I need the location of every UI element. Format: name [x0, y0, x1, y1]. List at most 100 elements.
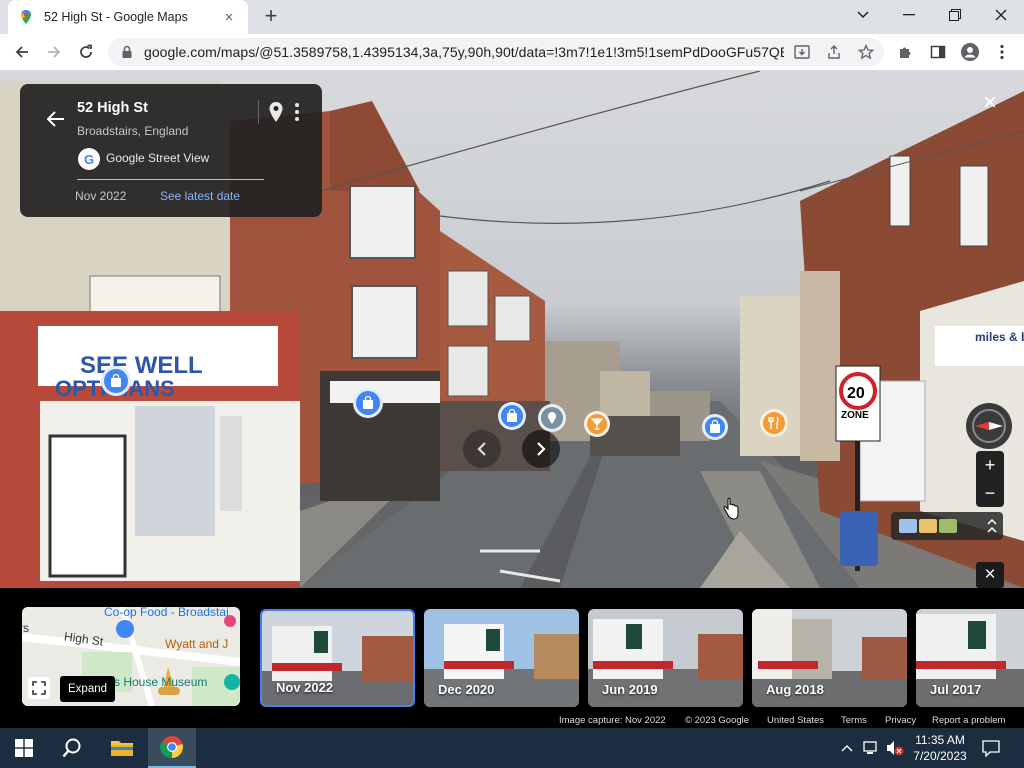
map-footer: Image capture: Nov 2022 © 2023 Google Un…: [0, 715, 1024, 728]
install-app-icon[interactable]: [792, 42, 812, 62]
extensions-puzzle-icon[interactable]: [896, 42, 916, 62]
optician-sign-line-1: SEE WELL: [80, 352, 203, 379]
shopping-bag-poi-icon[interactable]: [101, 366, 131, 396]
back-button[interactable]: [8, 38, 36, 66]
close-street-view-button[interactable]: ×: [976, 89, 1004, 117]
map-pin-icon[interactable]: [268, 101, 284, 123]
tab-close-icon[interactable]: ×: [220, 9, 238, 26]
minimize-button[interactable]: [886, 0, 932, 30]
restaurant-poi-icon[interactable]: [760, 409, 788, 437]
chevron-right-icon: [537, 442, 546, 456]
chrome-icon: [160, 736, 183, 759]
card-separator: [77, 179, 264, 180]
file-explorer-button[interactable]: [98, 728, 146, 768]
shopping-bag-poi-icon[interactable]: [702, 414, 728, 440]
reload-button[interactable]: [72, 38, 100, 66]
shopping-bag-poi-icon[interactable]: [498, 402, 526, 430]
back-arrow-icon[interactable]: [47, 111, 65, 127]
reload-icon: [80, 44, 92, 58]
chevron-left-icon: [477, 442, 486, 456]
map-label-wyatt: Wyatt and J: [165, 637, 229, 651]
copyright-text: © 2023 Google: [685, 715, 750, 726]
compass-icon: [972, 409, 1006, 443]
share-icon[interactable]: [824, 42, 844, 62]
volume-muted-icon[interactable]: [884, 728, 906, 768]
windows-logo-icon: [15, 739, 33, 757]
location-poi-icon[interactable]: [538, 404, 566, 432]
expand-chevron-icon: [987, 519, 997, 533]
search-button[interactable]: [48, 728, 96, 768]
google-logo-icon: G: [78, 148, 100, 170]
address-bar[interactable]: google.com/maps/@51.3589758,1.4395134,3a…: [108, 38, 884, 66]
map-label-museum: s House Museum: [114, 675, 208, 689]
close-timeline-button[interactable]: ×: [976, 562, 1004, 588]
map-label-edge: rs: [22, 621, 29, 635]
move-back-arrow[interactable]: [463, 430, 501, 468]
timeline-thumbnail[interactable]: Aug 2018: [752, 609, 907, 707]
card-divider: [258, 100, 259, 124]
street-view-panorama[interactable]: SEE WELL OPTICIANS miles & ba 20 ZONE: [0, 71, 1024, 588]
network-icon[interactable]: [860, 728, 882, 768]
thumbnail-date: Nov 2022: [276, 680, 334, 695]
timeline-thumbnail[interactable]: Jul 2017: [916, 609, 1024, 707]
fullscreen-icon: [32, 681, 46, 695]
capture-date: Nov 2022: [75, 189, 127, 203]
layer-thumbnail: [919, 519, 937, 533]
notifications-icon[interactable]: [976, 728, 1006, 768]
system-clock[interactable]: 11:35 AM 7/20/2023: [912, 732, 968, 764]
google-maps-favicon-icon: [21, 10, 31, 24]
browser-tab[interactable]: 52 High St - Google Maps ×: [8, 0, 248, 34]
lock-icon[interactable]: [120, 45, 134, 59]
bookmark-star-icon[interactable]: [856, 42, 876, 62]
new-tab-button[interactable]: +: [258, 4, 284, 30]
shopping-bag-poi-icon[interactable]: [353, 388, 383, 418]
arrow-left-icon: [15, 46, 28, 58]
tab-title: 52 High St - Google Maps: [44, 10, 188, 24]
bar-poi-icon[interactable]: [584, 411, 610, 437]
start-button[interactable]: [0, 728, 48, 768]
terms-link[interactable]: Terms: [841, 715, 867, 726]
clock-date: 7/20/2023: [913, 749, 967, 763]
timeline-thumbnail[interactable]: Dec 2020: [424, 609, 579, 707]
mini-map-image: [22, 607, 240, 706]
estate-agent-sign: miles & ba: [975, 330, 1024, 344]
expand-map-button[interactable]: [28, 677, 50, 699]
hand-cursor-icon: [723, 497, 739, 520]
timeline-thumbnail[interactable]: Jun 2019: [588, 609, 743, 707]
speed-limit-number: 20: [847, 385, 865, 402]
profile-avatar-icon[interactable]: [960, 42, 980, 62]
country-link[interactable]: United States: [767, 715, 824, 726]
more-options-icon[interactable]: [292, 102, 302, 122]
close-window-button[interactable]: [978, 0, 1024, 30]
browser-toolbar: google.com/maps/@51.3589758,1.4395134,3a…: [0, 34, 1024, 71]
location-subtitle: Broadstairs, England: [77, 124, 189, 138]
arrow-right-icon: [48, 46, 61, 58]
layer-thumbnail: [899, 519, 917, 533]
layers-toggle[interactable]: [891, 512, 1003, 540]
restore-button[interactable]: [932, 0, 978, 30]
compass-button[interactable]: [966, 403, 1012, 449]
image-capture-text: Image capture: Nov 2022: [559, 715, 666, 726]
clock-time: 11:35 AM: [915, 733, 965, 747]
folder-icon: [111, 741, 133, 756]
timeline-thumbnail[interactable]: Nov 2022: [260, 609, 415, 707]
location-title: 52 High St: [77, 100, 148, 116]
zoom-out-button[interactable]: −: [976, 479, 1004, 507]
mini-map[interactable]: Co-op Food - Broadstai rs High St Wyatt …: [22, 607, 240, 706]
privacy-link[interactable]: Privacy: [885, 715, 916, 726]
zoom-in-button[interactable]: +: [976, 451, 1004, 479]
source-label: Google Street View: [106, 151, 210, 165]
timeline-strip: Co-op Food - Broadstai rs High St Wyatt …: [0, 588, 1024, 728]
chrome-menu-icon[interactable]: [992, 42, 1012, 62]
system-tray-chevron-icon[interactable]: [838, 728, 856, 768]
forward-button[interactable]: [40, 38, 68, 66]
speed-zone-label: ZONE: [841, 410, 869, 421]
move-forward-arrow[interactable]: [522, 430, 560, 468]
tab-strip: 52 High St - Google Maps × +: [0, 0, 1024, 34]
see-latest-date-link[interactable]: See latest date: [160, 189, 240, 203]
side-panel-icon[interactable]: [928, 42, 948, 62]
report-problem-link[interactable]: Report a problem: [932, 715, 1005, 726]
location-info-card: 52 High St Broadstairs, England G Google…: [20, 84, 322, 217]
chrome-taskbar-button[interactable]: [148, 728, 196, 768]
tab-search-chevron-icon[interactable]: [840, 0, 886, 30]
